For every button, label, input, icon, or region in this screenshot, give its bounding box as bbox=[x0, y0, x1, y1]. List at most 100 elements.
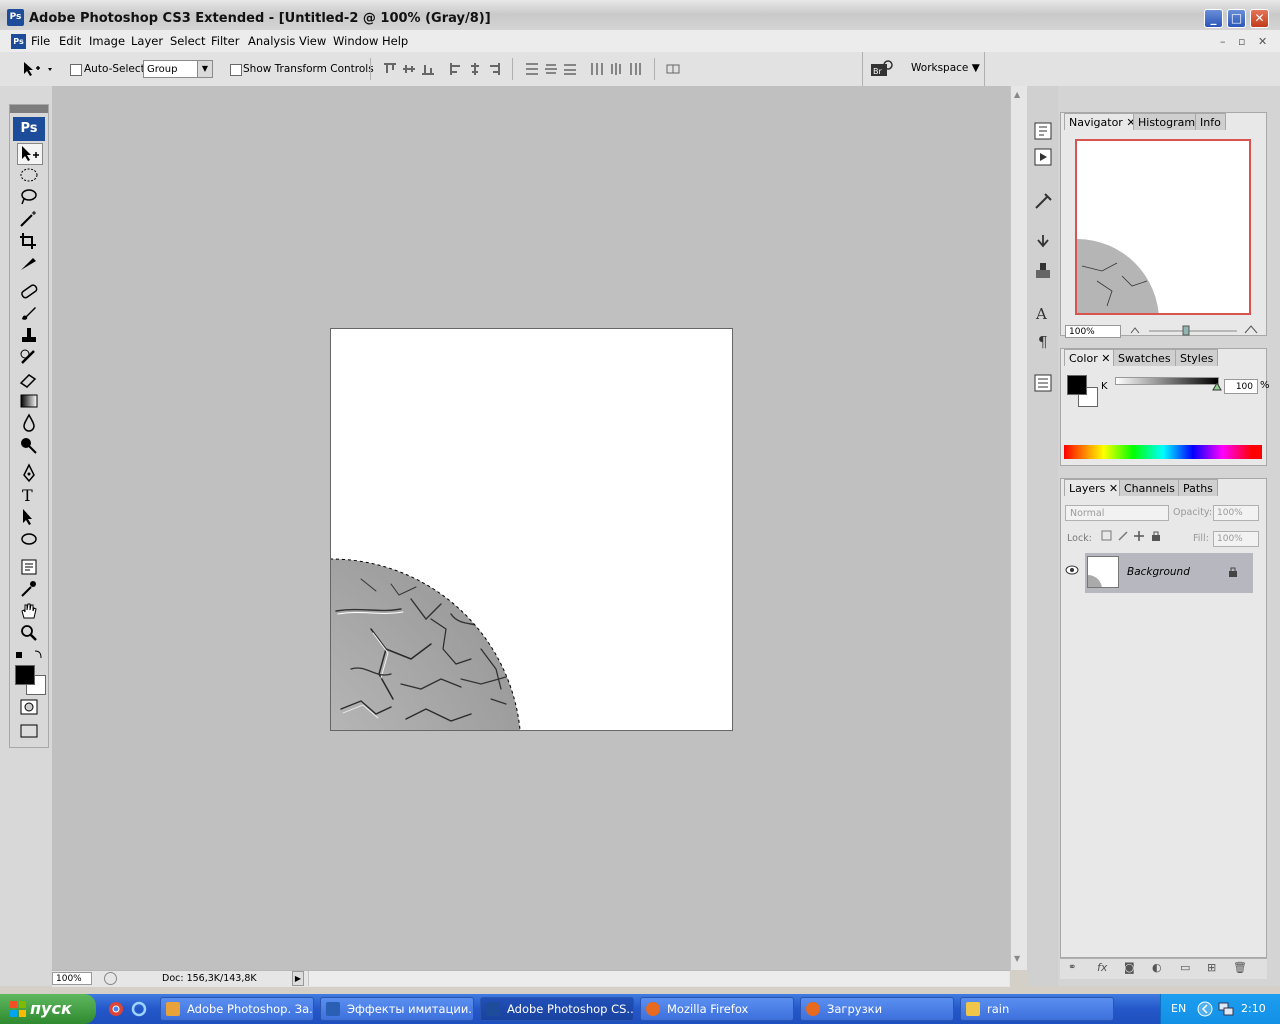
auto-align-icon[interactable] bbox=[666, 62, 680, 76]
distribute-vcenter-icon[interactable] bbox=[544, 62, 558, 76]
workspace-menu[interactable]: Workspace ▼ bbox=[911, 62, 980, 74]
chrome-quicklaunch-icon[interactable] bbox=[108, 1001, 124, 1017]
tab-info[interactable]: Info bbox=[1195, 113, 1226, 130]
move-tool-icon[interactable] bbox=[17, 143, 43, 165]
show-transform-checkbox[interactable] bbox=[230, 64, 242, 76]
menu-layer[interactable]: Layer bbox=[131, 34, 163, 48]
swap-colors-icon[interactable] bbox=[15, 649, 45, 661]
dodge-tool-icon[interactable] bbox=[17, 435, 41, 455]
move-tool-preset-icon[interactable] bbox=[22, 60, 56, 78]
status-zoom-field[interactable]: 100% bbox=[52, 972, 92, 985]
zoom-tool-icon[interactable] bbox=[17, 623, 41, 643]
tab-histogram[interactable]: Histogram bbox=[1133, 113, 1201, 130]
hand-tool-icon[interactable] bbox=[17, 601, 41, 621]
bridge-icon[interactable]: Br bbox=[870, 60, 894, 78]
tab-styles[interactable]: Styles bbox=[1175, 349, 1219, 366]
blur-tool-icon[interactable] bbox=[17, 413, 41, 433]
menu-window[interactable]: Window bbox=[333, 34, 378, 48]
menu-image[interactable]: Image bbox=[89, 34, 125, 48]
quick-mask-icon[interactable] bbox=[17, 697, 41, 717]
tab-swatches[interactable]: Swatches bbox=[1113, 349, 1176, 366]
type-tool-icon[interactable]: T bbox=[17, 485, 41, 505]
distribute-right-icon[interactable] bbox=[628, 62, 642, 76]
clone-stamp-tool-icon[interactable] bbox=[17, 325, 41, 345]
color-spectrum-ramp[interactable] bbox=[1064, 445, 1262, 459]
opacity-input[interactable]: 100% bbox=[1213, 505, 1259, 521]
healing-brush-tool-icon[interactable] bbox=[17, 281, 41, 301]
toolbox-header[interactable] bbox=[10, 105, 48, 113]
status-menu-arrow-icon[interactable]: ▶ bbox=[292, 971, 304, 986]
color-k-slider[interactable] bbox=[1115, 377, 1219, 385]
distribute-left-icon[interactable] bbox=[590, 62, 604, 76]
lasso-tool-icon[interactable] bbox=[17, 187, 41, 207]
character-panel-icon[interactable]: A bbox=[1032, 302, 1054, 324]
eyedropper-tool-icon[interactable] bbox=[17, 579, 41, 599]
navigator-preview[interactable] bbox=[1075, 139, 1251, 315]
pen-tool-icon[interactable] bbox=[17, 463, 41, 483]
task-photoshop[interactable]: Adobe Photoshop CS... bbox=[480, 997, 634, 1021]
task-firefox[interactable]: Mozilla Firefox bbox=[640, 997, 794, 1021]
crop-tool-icon[interactable] bbox=[17, 231, 41, 251]
menu-select[interactable]: Select bbox=[170, 34, 205, 48]
tab-navigator[interactable]: Navigator ✕ bbox=[1064, 113, 1141, 130]
brushes-panel-icon[interactable] bbox=[1032, 232, 1054, 254]
auto-select-checkbox[interactable] bbox=[70, 64, 82, 76]
ie-quicklaunch-icon[interactable] bbox=[131, 1001, 147, 1017]
align-top-icon[interactable] bbox=[383, 62, 397, 76]
blend-mode-dropdown[interactable]: Normal bbox=[1065, 505, 1169, 521]
tab-layers[interactable]: Layers ✕ bbox=[1064, 479, 1124, 496]
maximize-button[interactable]: □ bbox=[1227, 9, 1246, 28]
color-fg-swatch[interactable] bbox=[1067, 375, 1087, 395]
navigator-zoom-slider[interactable] bbox=[1127, 323, 1267, 337]
layer-style-icon[interactable]: fx bbox=[1097, 961, 1107, 974]
tool-presets-icon[interactable] bbox=[1032, 190, 1054, 212]
tab-channels[interactable]: Channels bbox=[1119, 479, 1180, 496]
tab-color[interactable]: Color ✕ bbox=[1064, 349, 1116, 366]
navigator-zoom-field[interactable]: 100% bbox=[1065, 325, 1121, 338]
brush-tool-icon[interactable] bbox=[17, 303, 41, 323]
distribute-hcenter-icon[interactable] bbox=[609, 62, 623, 76]
doc-minimize-icon[interactable]: – bbox=[1220, 35, 1226, 48]
task-folder-rain[interactable]: rain bbox=[960, 997, 1114, 1021]
color-k-input[interactable]: 100 bbox=[1224, 379, 1258, 394]
history-brush-tool-icon[interactable] bbox=[17, 347, 41, 367]
gradient-tool-icon[interactable] bbox=[17, 391, 41, 411]
screen-mode-icon[interactable] bbox=[17, 721, 41, 741]
doc-restore-icon[interactable]: ▫ bbox=[1238, 35, 1245, 48]
color-slider-thumb-icon[interactable] bbox=[1212, 383, 1222, 391]
eye-visibility-icon[interactable] bbox=[1064, 563, 1080, 577]
new-layer-icon[interactable]: ⊞ bbox=[1207, 961, 1216, 974]
path-select-tool-icon[interactable] bbox=[17, 507, 41, 527]
eraser-tool-icon[interactable] bbox=[17, 369, 41, 389]
menu-filter[interactable]: Filter bbox=[211, 34, 239, 48]
menu-file[interactable]: File bbox=[31, 34, 50, 48]
align-hcenter-icon[interactable] bbox=[468, 62, 482, 76]
link-layers-icon[interactable]: ⚭ bbox=[1068, 962, 1076, 973]
doc-close-icon[interactable]: ✕ bbox=[1258, 35, 1267, 48]
network-icon[interactable] bbox=[1217, 1001, 1235, 1017]
clone-source-icon[interactable] bbox=[1032, 260, 1054, 282]
add-mask-icon[interactable]: ◙ bbox=[1124, 961, 1135, 974]
foreground-color-swatch[interactable] bbox=[15, 665, 35, 685]
align-bottom-icon[interactable] bbox=[421, 62, 435, 76]
adjustment-layer-icon[interactable]: ◐ bbox=[1152, 961, 1162, 974]
distribute-top-icon[interactable] bbox=[525, 62, 539, 76]
magic-wand-tool-icon[interactable] bbox=[17, 209, 41, 229]
menu-analysis[interactable]: Analysis bbox=[248, 34, 295, 48]
layer-comps-icon[interactable] bbox=[1032, 372, 1054, 394]
marquee-tool-icon[interactable] bbox=[17, 165, 41, 185]
fill-input[interactable]: 100% bbox=[1213, 531, 1259, 547]
tab-paths[interactable]: Paths bbox=[1178, 479, 1218, 496]
layer-row-background[interactable]: Background bbox=[1085, 553, 1253, 593]
history-panel-icon[interactable] bbox=[1032, 120, 1054, 142]
document-canvas[interactable] bbox=[330, 328, 733, 731]
close-button[interactable]: ✕ bbox=[1250, 9, 1269, 28]
actions-panel-icon[interactable] bbox=[1032, 146, 1054, 168]
menu-edit[interactable]: Edit bbox=[59, 34, 81, 48]
task-photoshop-help[interactable]: Adobe Photoshop. За... bbox=[160, 997, 314, 1021]
menu-help[interactable]: Help bbox=[382, 34, 408, 48]
new-group-icon[interactable]: ▭ bbox=[1180, 961, 1190, 974]
menu-view[interactable]: View bbox=[299, 34, 326, 48]
auto-select-dropdown[interactable]: Group ▼ bbox=[143, 60, 213, 78]
shape-tool-icon[interactable] bbox=[17, 529, 41, 549]
